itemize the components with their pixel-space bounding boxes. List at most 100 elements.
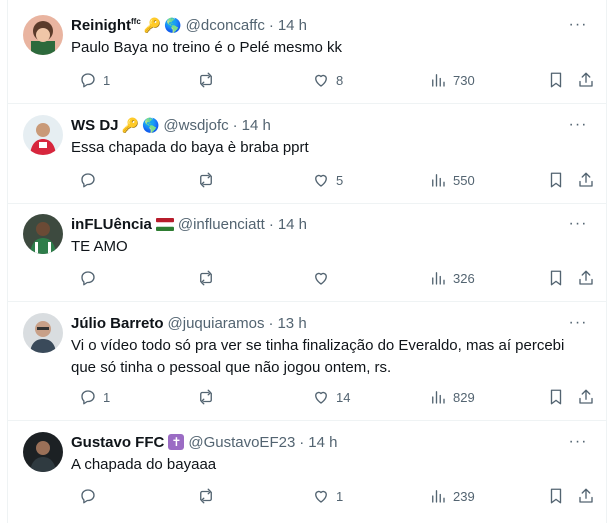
share-icon — [577, 388, 595, 406]
reply-icon — [79, 269, 97, 287]
reply-count: 1 — [103, 72, 111, 88]
tweet-text-line: Vi o vídeo todo só pra ver se tinha fina… — [71, 337, 565, 354]
more-options-icon[interactable]: ··· — [568, 432, 588, 452]
tweet-header: Júlio Barreto @juquiaramos · 13 h — [71, 313, 307, 333]
tweet-actions: 1 14 829 — [71, 387, 593, 407]
tweet-card[interactable]: inFLUência @influenciatt · 14 h ··· TE A… — [8, 204, 606, 302]
timestamp[interactable]: 14 h — [308, 434, 337, 451]
retweet-icon — [197, 269, 215, 287]
share-button[interactable] — [577, 70, 595, 90]
retweet-button[interactable] — [197, 387, 221, 407]
like-button[interactable]: 1 — [312, 486, 343, 506]
share-button[interactable] — [577, 170, 595, 190]
retweet-icon — [197, 71, 215, 89]
avatar[interactable] — [23, 115, 63, 155]
bookmark-button[interactable] — [547, 387, 565, 407]
display-name[interactable]: Gustavo FFC — [71, 434, 164, 451]
timestamp[interactable]: 14 h — [242, 117, 271, 134]
like-button[interactable]: 14 — [312, 387, 350, 407]
avatar[interactable] — [23, 15, 63, 55]
like-button[interactable]: 5 — [312, 170, 343, 190]
avatar[interactable] — [23, 313, 63, 353]
retweet-button[interactable] — [197, 70, 221, 90]
more-options-icon[interactable]: ··· — [568, 313, 588, 333]
bookmark-button[interactable] — [547, 268, 565, 288]
tweet-header: inFLUência @influenciatt · 14 h — [71, 214, 307, 234]
tweet-text-line: Essa chapada do baya è braba pprt — [71, 139, 309, 156]
bookmark-icon — [547, 388, 565, 406]
tweet-text-line: A chapada do bayaaa — [71, 456, 217, 473]
timestamp[interactable]: 14 h — [278, 216, 307, 233]
like-button[interactable]: 8 — [312, 70, 343, 90]
timeline: Reinightffc 🔑 🌎 @dconcaffc · 14 h ··· Pa… — [7, 0, 607, 523]
more-options-icon[interactable]: ··· — [568, 15, 588, 35]
reply-button[interactable] — [79, 268, 103, 288]
key-emoji: 🔑 — [121, 117, 139, 133]
handle[interactable]: @influenciatt — [178, 216, 265, 233]
tweet-text: A chapada do bayaaa — [71, 454, 591, 476]
views-button[interactable]: 550 — [429, 170, 475, 190]
display-name[interactable]: Júlio Barreto — [71, 315, 164, 332]
more-options-icon[interactable]: ··· — [568, 214, 588, 234]
display-name[interactable]: Reinightffc — [71, 17, 141, 34]
tweet-card[interactable]: WS DJ 🔑 🌎 @wsdjofc · 14 h ··· Essa chapa… — [8, 104, 606, 204]
retweet-icon — [197, 388, 215, 406]
timestamp[interactable]: 14 h — [278, 17, 307, 34]
globe-emoji: 🌎 — [164, 17, 182, 33]
views-button[interactable]: 239 — [429, 486, 475, 506]
views-chart-icon — [429, 71, 447, 89]
retweet-button[interactable] — [197, 486, 221, 506]
display-name[interactable]: WS DJ — [71, 117, 119, 134]
share-icon — [577, 71, 595, 89]
avatar[interactable] — [23, 432, 63, 472]
reply-icon — [79, 487, 97, 505]
tweet-card[interactable]: Gustavo FFC ✝ @GustavoEF23 · 14 h ··· A … — [8, 421, 606, 523]
views-button[interactable]: 829 — [429, 387, 475, 407]
views-chart-icon — [429, 487, 447, 505]
display-name[interactable]: inFLUência — [71, 216, 152, 233]
tweet-card[interactable]: Reinightffc 🔑 🌎 @dconcaffc · 14 h ··· Pa… — [8, 0, 606, 104]
views-chart-icon — [429, 388, 447, 406]
like-button[interactable] — [312, 268, 336, 288]
bookmark-button[interactable] — [547, 70, 565, 90]
tweet-card[interactable]: Júlio Barreto @juquiaramos · 13 h ··· Vi… — [8, 302, 606, 421]
views-button[interactable]: 730 — [429, 70, 475, 90]
retweet-button[interactable] — [197, 268, 221, 288]
bookmark-icon — [547, 71, 565, 89]
reply-button[interactable] — [79, 170, 103, 190]
tweet-text: TE AMO — [71, 236, 591, 258]
tweet-header: Gustavo FFC ✝ @GustavoEF23 · 14 h — [71, 432, 338, 452]
tweet-actions: 5 550 — [71, 170, 593, 190]
separator-dot: · — [268, 16, 274, 34]
handle[interactable]: @wsdjofc — [163, 117, 228, 134]
bookmark-button[interactable] — [547, 486, 565, 506]
handle[interactable]: @GustavoEF23 — [188, 434, 295, 451]
share-button[interactable] — [577, 387, 595, 407]
tweet-actions: 1 239 — [71, 486, 593, 506]
reply-count: 1 — [103, 389, 111, 405]
handle[interactable]: @dconcaffc — [186, 17, 265, 34]
avatar[interactable] — [23, 214, 63, 254]
views-button[interactable]: 326 — [429, 268, 475, 288]
retweet-button[interactable] — [197, 170, 221, 190]
share-button[interactable] — [577, 268, 595, 288]
bookmark-icon — [547, 487, 565, 505]
tweet-header: Reinightffc 🔑 🌎 @dconcaffc · 14 h — [71, 15, 307, 35]
handle[interactable]: @juquiaramos — [168, 315, 265, 332]
separator-dot: · — [268, 215, 274, 233]
view-count: 829 — [453, 389, 475, 405]
share-icon — [577, 487, 595, 505]
bookmark-button[interactable] — [547, 170, 565, 190]
retweet-icon — [197, 171, 215, 189]
reply-button[interactable] — [79, 486, 103, 506]
reply-button[interactable]: 1 — [79, 70, 110, 90]
timestamp[interactable]: 13 h — [277, 315, 306, 332]
like-count: 14 — [336, 389, 351, 405]
tweet-text-line: que só tinha o pessoal que não jogou ont… — [71, 359, 392, 376]
share-button[interactable] — [577, 486, 595, 506]
more-options-icon[interactable]: ··· — [568, 115, 588, 135]
heart-icon — [312, 269, 330, 287]
reply-button[interactable]: 1 — [79, 387, 110, 407]
retweet-icon — [197, 487, 215, 505]
tweet-actions: 1 8 730 — [71, 70, 593, 90]
